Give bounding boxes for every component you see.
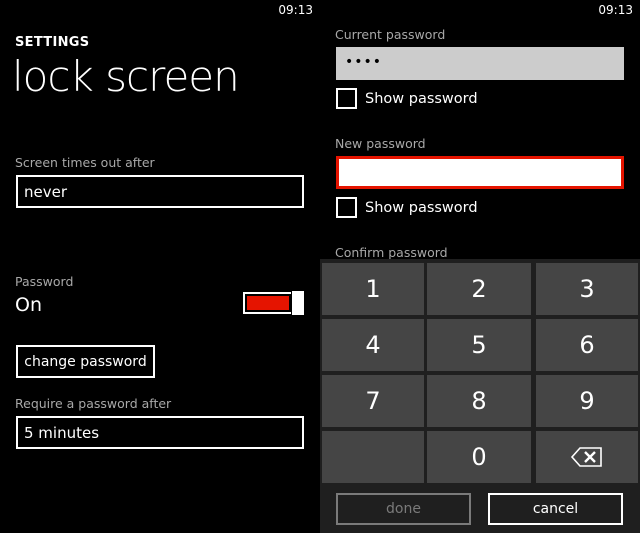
new-password-input[interactable] xyxy=(336,156,624,189)
key-8[interactable]: 8 xyxy=(427,375,531,427)
key-3[interactable]: 3 xyxy=(536,263,638,315)
key-blank xyxy=(322,431,424,483)
current-password-input[interactable]: •••• xyxy=(336,47,624,80)
toggle-fill xyxy=(247,296,289,310)
page-title: lock screen xyxy=(12,52,240,101)
backspace-icon xyxy=(570,447,602,467)
toggle-track xyxy=(243,292,293,314)
done-button[interactable]: done xyxy=(336,493,471,525)
password-state: On xyxy=(15,294,42,316)
require-password-picker[interactable]: 5 minutes xyxy=(16,416,304,449)
change-password-screen: 09:13 Current password •••• Show passwor… xyxy=(320,0,640,533)
cancel-button[interactable]: cancel xyxy=(488,493,623,525)
screen-timeout-label: Screen times out after xyxy=(15,155,155,170)
settings-lock-screen: 09:13 SETTINGS lock screen Screen times … xyxy=(0,0,320,533)
show-password-checkbox[interactable] xyxy=(336,197,357,218)
confirm-password-label: Confirm password xyxy=(335,245,448,260)
key-backspace[interactable] xyxy=(536,431,638,483)
new-show-password[interactable]: Show password xyxy=(336,197,478,218)
status-clock: 09:13 xyxy=(278,3,313,17)
key-0[interactable]: 0 xyxy=(427,431,531,483)
numeric-keypad: 1 2 3 4 5 6 7 8 9 0 xyxy=(320,259,640,533)
password-toggle[interactable] xyxy=(243,290,305,316)
current-password-label: Current password xyxy=(335,27,446,42)
key-6[interactable]: 6 xyxy=(536,319,638,371)
require-password-label: Require a password after xyxy=(15,396,172,411)
screen-timeout-picker[interactable]: never xyxy=(16,175,304,208)
show-password-checkbox[interactable] xyxy=(336,88,357,109)
current-show-password[interactable]: Show password xyxy=(336,88,478,109)
key-5[interactable]: 5 xyxy=(427,319,531,371)
show-password-label: Show password xyxy=(365,90,478,107)
key-2[interactable]: 2 xyxy=(427,263,531,315)
key-7[interactable]: 7 xyxy=(322,375,424,427)
toggle-thumb[interactable] xyxy=(291,290,305,316)
new-password-label: New password xyxy=(335,136,426,151)
key-9[interactable]: 9 xyxy=(536,375,638,427)
change-password-button[interactable]: change password xyxy=(16,345,155,378)
key-1[interactable]: 1 xyxy=(322,263,424,315)
password-label: Password xyxy=(15,274,74,289)
status-clock: 09:13 xyxy=(598,3,633,17)
key-4[interactable]: 4 xyxy=(322,319,424,371)
app-title: SETTINGS xyxy=(15,35,90,50)
show-password-label: Show password xyxy=(365,199,478,216)
